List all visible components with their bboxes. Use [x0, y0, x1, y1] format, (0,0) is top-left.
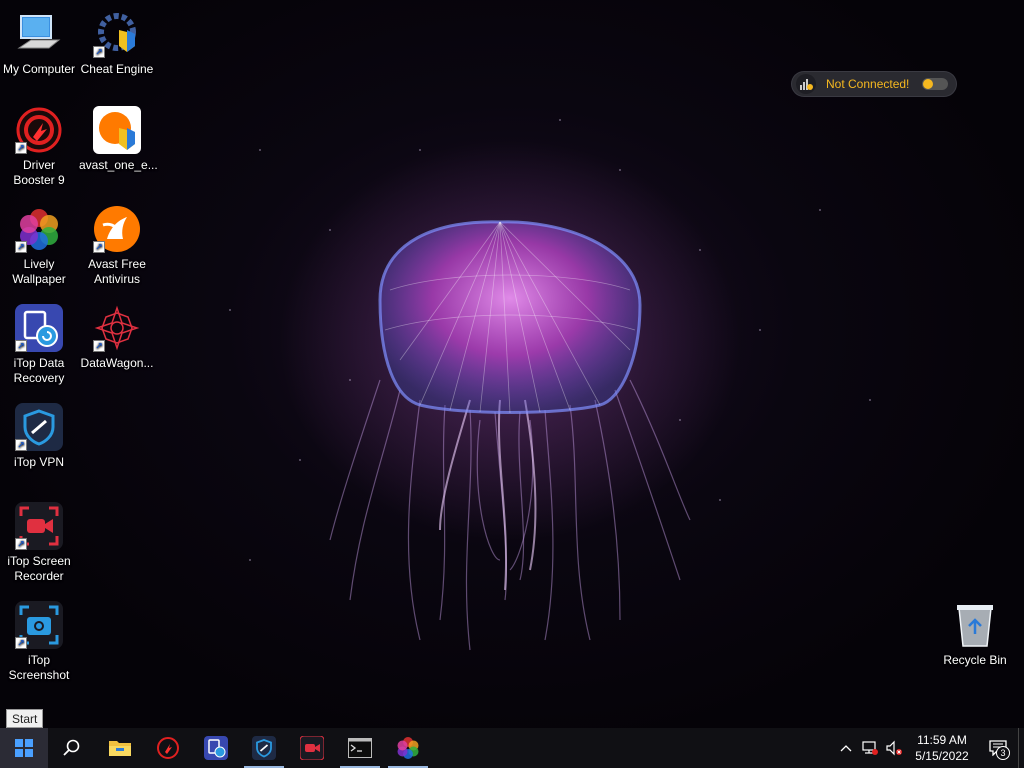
- driver-booster-icon: [157, 737, 179, 759]
- desktop-icon-label: avast_one_e...: [79, 158, 158, 172]
- vpn-status-widget[interactable]: Not Connected!: [792, 72, 956, 96]
- itop-vpn-icon: ↗: [15, 403, 63, 451]
- taskbar-itop-data-recovery[interactable]: [192, 728, 240, 768]
- start-button[interactable]: [0, 728, 48, 768]
- avast-icon: ↗: [93, 205, 141, 253]
- shortcut-arrow-icon: ↗: [15, 439, 27, 451]
- action-center-button[interactable]: 3: [978, 728, 1018, 768]
- chevron-up-icon: [840, 745, 852, 752]
- shortcut-arrow-icon: ↗: [93, 241, 105, 253]
- desktop-icon-recycle-bin[interactable]: Recycle Bin: [936, 601, 1014, 668]
- desktop-icon-label: Recycle Bin: [943, 653, 1007, 667]
- desktop-icon-label: My Computer: [2, 62, 76, 76]
- shortcut-arrow-icon: ↗: [15, 340, 27, 352]
- shortcut-arrow-icon: ↗: [15, 142, 27, 154]
- desktop-icon-lively-wallpaper[interactable]: ↗ Lively Wallpaper: [0, 205, 78, 287]
- taskbar-lively-wallpaper[interactable]: [384, 728, 432, 768]
- search-icon: [63, 739, 80, 756]
- itop-vpn-icon: [252, 736, 276, 760]
- desktop-icon-datawagon[interactable]: ↗ DataWagon...: [78, 304, 156, 371]
- itop-screen-recorder-icon: ↗: [15, 502, 63, 550]
- shortcut-arrow-icon: ↗: [93, 340, 105, 352]
- desktop-icon-my-computer[interactable]: My Computer: [0, 10, 78, 77]
- desktop-icon-avast-one[interactable]: avast_one_e...: [78, 106, 158, 173]
- clock-time: 11:59 AM: [917, 733, 967, 747]
- taskbar-itop-vpn[interactable]: [240, 728, 288, 768]
- desktop-icon-label: Lively Wallpaper: [12, 257, 66, 286]
- signal-icon: [796, 74, 816, 94]
- recycle-bin-icon: [951, 601, 999, 649]
- shortcut-arrow-icon: ↗: [93, 46, 105, 58]
- taskbar-driver-booster[interactable]: [144, 728, 192, 768]
- desktop-icon-label: iTop Data Recovery: [13, 356, 65, 385]
- desktop-icon-itop-vpn[interactable]: ↗ iTop VPN: [0, 403, 78, 470]
- desktop-icon-driver-booster[interactable]: ↗ Driver Booster 9: [0, 106, 78, 188]
- file-explorer-icon: [109, 741, 131, 756]
- itop-data-recovery-icon: [204, 736, 228, 760]
- datawagon-icon: ↗: [93, 304, 141, 352]
- desktop-icon-label: iTop VPN: [13, 455, 65, 469]
- desktop-icon-label: iTop Screenshot: [8, 653, 70, 682]
- taskbar-search-button[interactable]: [48, 728, 96, 768]
- system-tray: 11:59 AM 5/15/2022 3: [834, 728, 1024, 768]
- shortcut-arrow-icon: ↗: [15, 538, 27, 550]
- show-desktop-button[interactable]: [1018, 728, 1024, 768]
- desktop-icon-label: Driver Booster 9: [13, 158, 65, 187]
- desktop-icon-label: Avast Free Antivirus: [88, 257, 146, 286]
- desktop-icon-itop-screenshot[interactable]: ↗ iTop Screenshot: [0, 601, 78, 683]
- taskbar-file-explorer[interactable]: [96, 728, 144, 768]
- windows-logo-icon: [15, 739, 33, 757]
- shortcut-arrow-icon: ↗: [15, 637, 27, 649]
- shortcut-arrow-icon: ↗: [15, 241, 27, 253]
- taskbar-command-prompt[interactable]: [336, 728, 384, 768]
- clock-date: 5/15/2022: [915, 749, 969, 763]
- network-status-button[interactable]: [858, 728, 882, 768]
- computer-icon: [15, 10, 63, 58]
- itop-screenshot-icon: ↗: [15, 601, 63, 649]
- itop-screen-recorder-icon: [300, 736, 324, 760]
- taskbar: 11:59 AM 5/15/2022 3: [0, 728, 1024, 768]
- notification-count-badge: 3: [996, 746, 1010, 760]
- desktop-icon-label: Cheat Engine: [80, 62, 154, 76]
- vpn-connect-toggle[interactable]: [922, 78, 948, 90]
- start-tooltip: Start: [6, 709, 44, 728]
- lively-wallpaper-icon: [397, 737, 419, 759]
- desktop-icon-itop-screen-recorder[interactable]: ↗ iTop Screen Recorder: [0, 502, 78, 584]
- desktop-icon-itop-data-recovery[interactable]: ↗ iTop Data Recovery: [0, 304, 78, 386]
- cheat-engine-icon: ↗: [93, 10, 141, 58]
- volume-muted-icon: [886, 740, 902, 756]
- desktop-icon-label: iTop Screen Recorder: [7, 554, 71, 583]
- itop-data-recovery-icon: ↗: [15, 304, 63, 352]
- desktop-icon-cheat-engine[interactable]: ↗ Cheat Engine: [78, 10, 156, 77]
- volume-button[interactable]: [882, 728, 906, 768]
- desktop-icon-label: DataWagon...: [80, 356, 154, 370]
- desktop-icon-avast-free-antivirus[interactable]: ↗ Avast Free Antivirus: [78, 205, 156, 287]
- avast-one-installer-icon: [93, 106, 141, 154]
- driver-booster-icon: ↗: [15, 106, 63, 154]
- command-prompt-icon: [348, 738, 372, 758]
- network-disconnected-icon: [862, 741, 878, 755]
- show-hidden-icons-button[interactable]: [834, 728, 858, 768]
- taskbar-itop-screen-recorder[interactable]: [288, 728, 336, 768]
- lively-wallpaper-icon: ↗: [15, 205, 63, 253]
- taskbar-clock[interactable]: 11:59 AM 5/15/2022: [906, 732, 978, 764]
- vpn-status-text: Not Connected!: [826, 77, 910, 91]
